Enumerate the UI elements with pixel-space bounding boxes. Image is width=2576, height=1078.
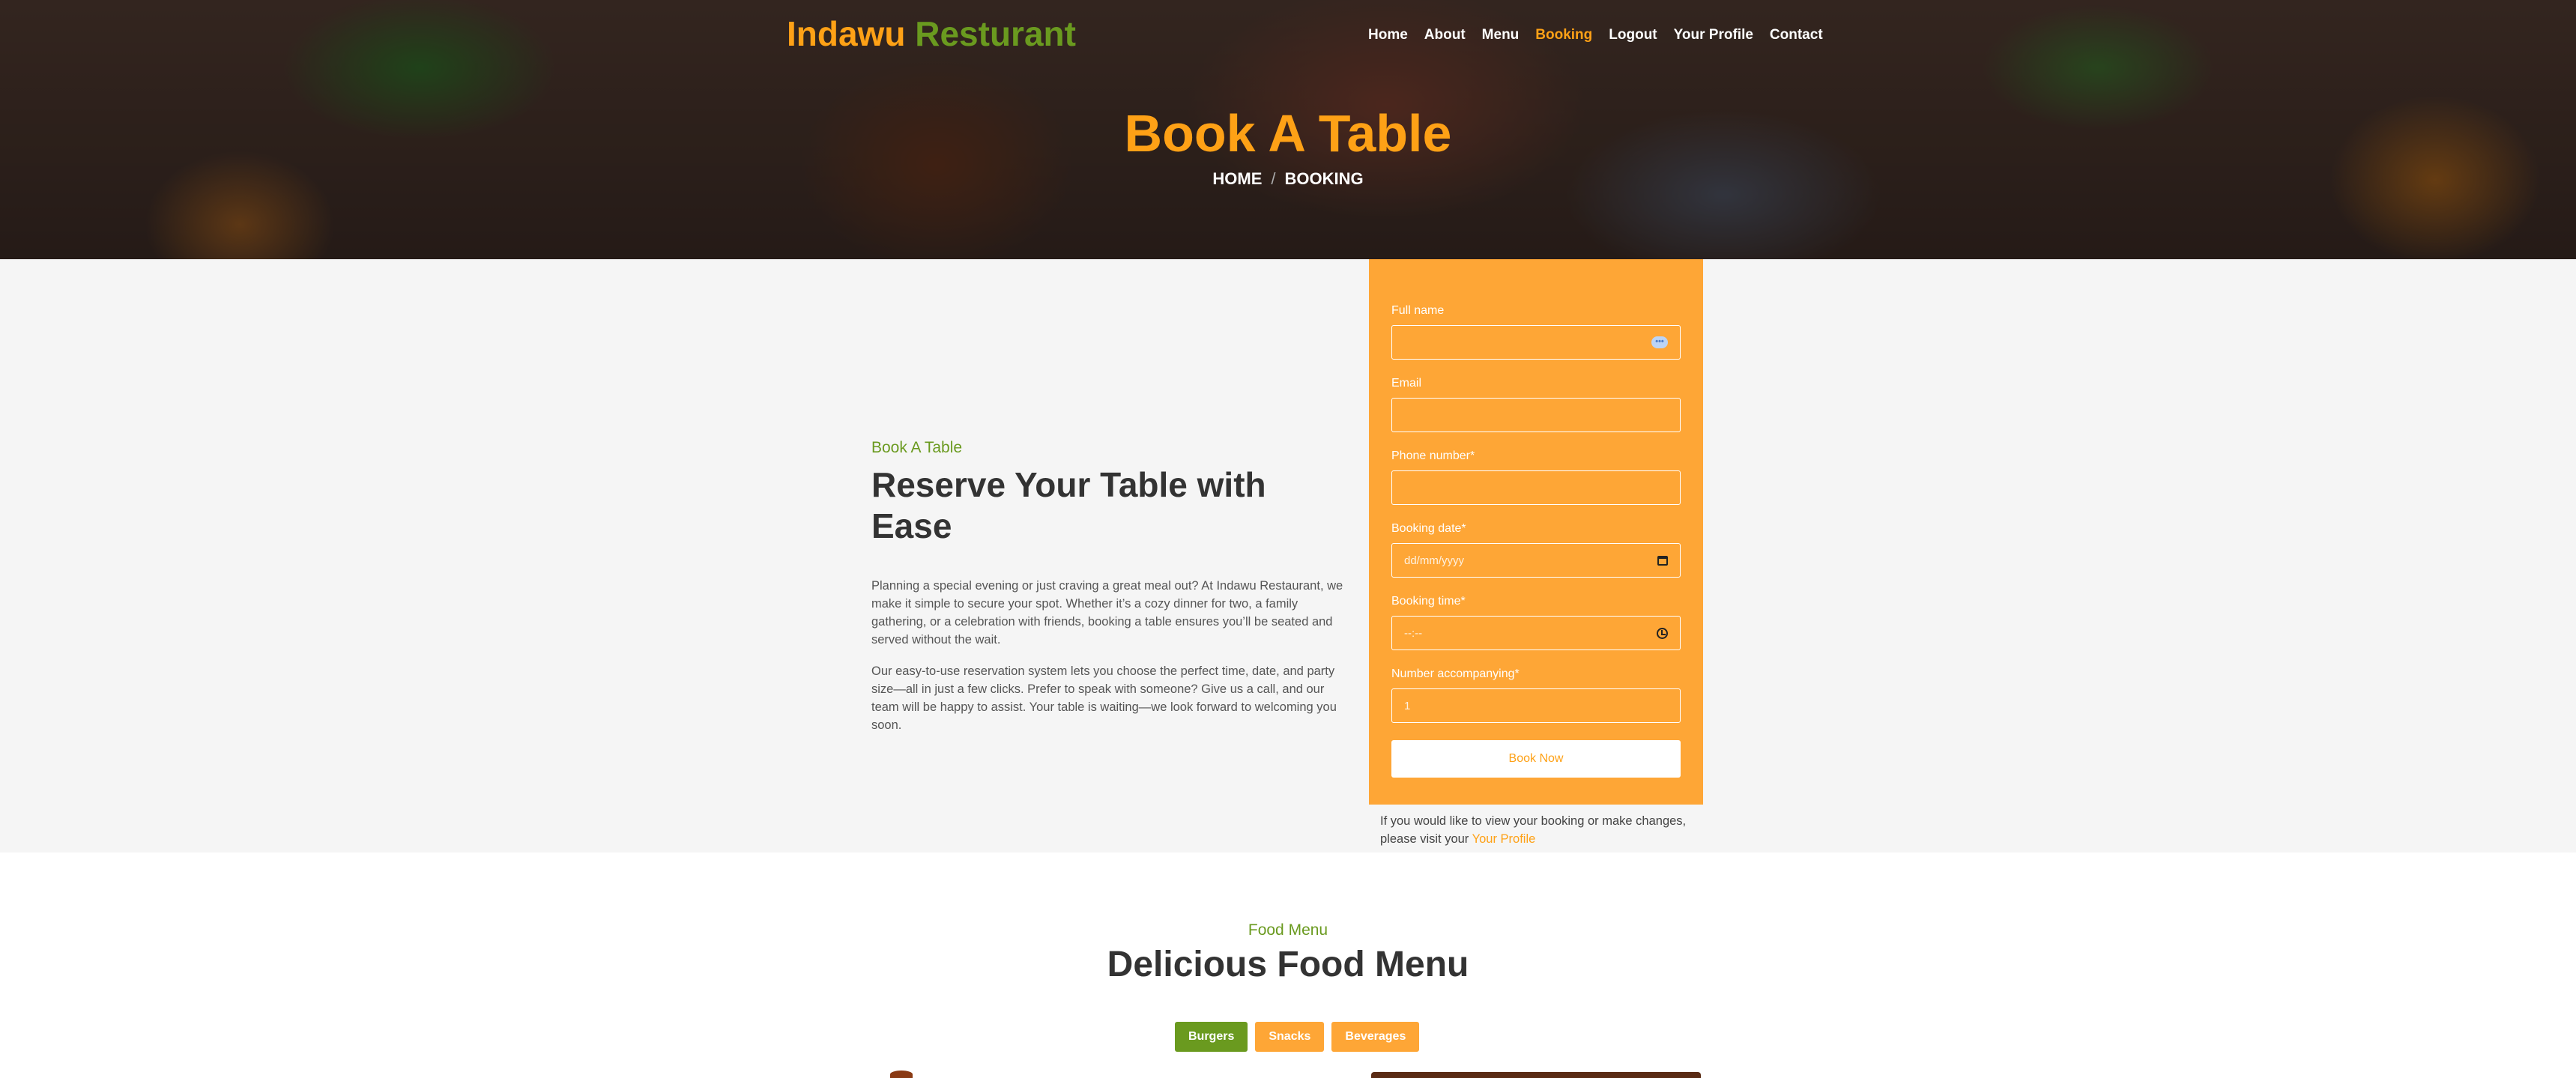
phone-label: Phone number* — [1391, 449, 1475, 462]
booking-date-placeholder: dd/mm/yyyy — [1404, 554, 1465, 567]
nav-menu[interactable]: Menu — [1482, 27, 1520, 43]
section-eyebrow: Book A Table — [871, 439, 963, 456]
menu-eyebrow: Food Menu — [1248, 921, 1328, 939]
booking-date-field[interactable]: dd/mm/yyyy — [1391, 543, 1681, 578]
booking-time-placeholder: --:-- — [1404, 626, 1423, 640]
intro-paragraph-2: Our easy-to-use reservation system lets … — [871, 664, 1337, 733]
page-title: Book A Table — [1124, 104, 1452, 163]
email-label: Email — [1391, 377, 1422, 390]
profile-note: If you would like to view your booking o… — [1380, 805, 1702, 848]
intro-paragraph-1: Planning a special evening or just cravi… — [871, 579, 1343, 647]
menu-title: Delicious Food Menu — [1107, 945, 1469, 984]
booking-time-label: Booking time* — [1391, 595, 1466, 608]
breadcrumb-separator: / — [1271, 169, 1276, 188]
booking-form: Full name ••• Email Phone number* Bookin… — [1369, 259, 1703, 805]
nav-contact[interactable]: Contact — [1770, 27, 1823, 43]
nav-logout[interactable]: Logout — [1609, 27, 1657, 43]
calendar-icon[interactable] — [1657, 555, 1668, 566]
number-accompanying-value: 1 — [1404, 699, 1411, 712]
nav-about[interactable]: About — [1424, 27, 1466, 43]
booking-date-label: Booking date* — [1391, 522, 1466, 535]
menu-item-image-edge — [890, 1071, 913, 1078]
booking-time-field[interactable]: --:-- — [1391, 616, 1681, 650]
book-now-button[interactable]: Book Now — [1391, 740, 1681, 778]
number-accompanying-field[interactable]: 1 — [1391, 688, 1681, 723]
nav-home[interactable]: Home — [1368, 27, 1408, 43]
tab-burgers[interactable]: Burgers — [1175, 1022, 1248, 1052]
brand-name-part2: Resturant — [915, 14, 1076, 53]
phone-field[interactable] — [1391, 470, 1681, 505]
brand-logo[interactable]: Indawu Resturant — [787, 13, 1076, 54]
more-dots-icon[interactable]: ••• — [1651, 336, 1668, 348]
tab-snacks[interactable]: Snacks — [1255, 1022, 1325, 1052]
hero-banner: Indawu Resturant Home About Menu Booking… — [0, 0, 2576, 259]
booking-section: Book A Table Reserve Your Table with Eas… — [0, 259, 2576, 853]
food-menu-section: Food Menu Delicious Food Menu Burgers Sn… — [0, 853, 2576, 1078]
number-accompanying-label: Number accompanying* — [1391, 667, 1520, 680]
breadcrumb-home[interactable]: HOME — [1212, 169, 1262, 188]
menu-item-image-edge — [1371, 1072, 1701, 1078]
breadcrumb-booking: BOOKING — [1284, 169, 1364, 188]
section-heading: Reserve Your Table with Ease — [871, 465, 1266, 546]
main-nav: Home About Menu Booking Logout Your Prof… — [1368, 27, 1839, 43]
tab-beverages[interactable]: Beverages — [1331, 1022, 1420, 1052]
full-name-field[interactable]: ••• — [1391, 325, 1681, 360]
email-field[interactable] — [1391, 398, 1681, 432]
booking-intro: Book A Table Reserve Your Table with Eas… — [871, 439, 1351, 748]
nav-booking[interactable]: Booking — [1535, 27, 1592, 43]
your-profile-link[interactable]: Your Profile — [1472, 832, 1536, 846]
breadcrumb: HOME / BOOKING — [0, 169, 2576, 189]
brand-name-part1: Indawu — [787, 14, 906, 53]
menu-tabs: Burgers Snacks Beverages — [1175, 1022, 1420, 1052]
nav-your-profile[interactable]: Your Profile — [1674, 27, 1753, 43]
clock-icon[interactable] — [1657, 627, 1668, 639]
full-name-label: Full name — [1391, 304, 1445, 317]
